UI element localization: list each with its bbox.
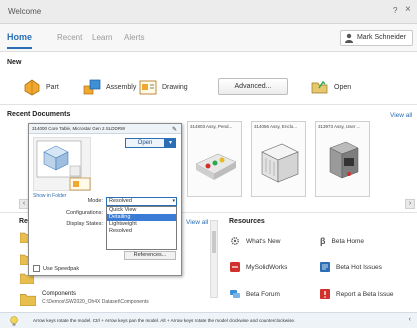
checkbox-box[interactable] — [33, 265, 40, 272]
recent-doc-title: 314056 Assy, Enclo... — [254, 124, 297, 129]
active-tab-indicator — [7, 47, 32, 49]
tab-home[interactable]: Home — [7, 32, 32, 42]
drawing-icon — [139, 80, 157, 95]
open-folder-icon — [311, 80, 328, 94]
user-name: Mark Schneider — [356, 34, 406, 41]
display-states-label: Display States: — [66, 221, 103, 227]
resource-beta-forum[interactable]: Beta Forum — [230, 289, 280, 299]
status-bar: Arrow keys rotate the model. Ctrl + Arro… — [0, 312, 417, 328]
folder-icon — [20, 294, 36, 306]
new-part-button[interactable]: Part — [22, 76, 59, 98]
open-button[interactable]: Open — [310, 76, 351, 98]
mode-select-value: Resolved — [109, 198, 132, 204]
new-section-title: New — [7, 59, 22, 66]
gear-icon — [231, 237, 239, 245]
scrollbar-thumb[interactable] — [212, 231, 216, 253]
resource-label: What's New — [246, 237, 281, 245]
recent-doc-thumb[interactable]: 314056 Assy, Enclo... — [251, 121, 306, 197]
drawing-sheet-icon — [36, 140, 91, 191]
enclosure-preview-icon — [261, 143, 299, 183]
close-button[interactable]: × — [405, 4, 411, 15]
hot-issues-icon — [320, 262, 330, 272]
use-speedpak-label: Use Speedpak — [43, 265, 80, 272]
open-label: Open — [334, 83, 352, 91]
pin-icon[interactable]: ✎ — [172, 125, 177, 135]
use-speedpak-checkbox[interactable]: Use Speedpak — [33, 265, 79, 272]
forum-icon — [230, 290, 240, 298]
assembly-label: Assembly — [106, 83, 137, 91]
beta-icon: β — [320, 236, 326, 246]
recent-documents-view-all[interactable]: View all — [390, 112, 412, 119]
resource-label: Beta Forum — [246, 290, 280, 298]
tab-learn[interactable]: Learn — [92, 33, 112, 42]
new-drawing-button[interactable]: Drawing — [138, 76, 188, 98]
recent-documents-title: Recent Documents — [7, 111, 71, 118]
status-hint-text: Arrow keys rotate the model. Ctrl + Arro… — [33, 318, 296, 323]
assembly-icon — [83, 79, 101, 95]
resource-report-beta-issue[interactable]: Report a Beta Issue — [320, 289, 393, 299]
nav-bar: Home Recent Learn Alerts Mark Schneider — [0, 24, 417, 52]
resource-whats-new[interactable]: What's New — [230, 236, 280, 246]
user-icon — [344, 33, 353, 43]
divider — [0, 104, 417, 105]
tab-alerts[interactable]: Alerts — [124, 33, 144, 42]
references-button[interactable]: References... — [124, 251, 176, 260]
recent-doc-title: 313973 Assy, User ... — [318, 124, 361, 129]
folder-name: Components — [42, 291, 77, 297]
popup-open-button[interactable]: Open — [125, 138, 165, 148]
resource-mysolidworks[interactable]: MySolidWorks — [230, 262, 287, 272]
new-assembly-button[interactable]: Assembly — [82, 76, 136, 98]
resource-label: Beta Hot Issues — [336, 263, 382, 271]
tab-recent[interactable]: Recent — [57, 33, 82, 42]
mode-dropdown-list: Quick View Detailing Lightweight Resolve… — [106, 206, 177, 250]
recent-doc-thumb[interactable]: 314803 Assy, Pend... — [187, 121, 242, 197]
advanced-button[interactable]: Advanced... — [218, 78, 288, 95]
popup-header: 314000 Core Table, Microstar Gen 2.SLDDR… — [29, 124, 181, 134]
window-titlebar: Welcome ? × — [0, 0, 417, 24]
status-collapse-arrow[interactable]: ‹ — [409, 316, 411, 323]
user-button[interactable]: Mark Schneider — [339, 30, 413, 46]
window-title: Welcome — [8, 7, 42, 16]
resources-title: Resources — [229, 218, 265, 225]
recent-doc-title: 314803 Assy, Pend... — [190, 124, 233, 129]
resource-label: Beta Home — [331, 237, 365, 245]
folders-scrollbar[interactable] — [210, 220, 218, 298]
report-issue-icon — [320, 289, 330, 299]
recent-folders-view-all[interactable]: View all — [186, 219, 208, 226]
mode-option[interactable]: Lightweight — [107, 221, 176, 228]
popup-file-name: 314000 Core Table, Microstar Gen 2.SLDDR… — [32, 126, 126, 131]
drawing-label: Drawing — [162, 83, 188, 91]
mode-select[interactable]: Resolved ▾ — [106, 197, 177, 206]
chevron-down-icon: ▾ — [172, 198, 175, 204]
mode-option[interactable]: Quick View — [107, 207, 176, 214]
help-button[interactable]: ? — [393, 6, 397, 15]
carousel-next-arrow[interactable]: › — [405, 199, 415, 209]
mysolidworks-icon — [230, 262, 240, 272]
recent-folders-title: Re — [19, 218, 28, 225]
folder-path: C:\Demos\SW2020_Oh4X Dataset\Components — [42, 299, 149, 305]
popup-open-dropdown-arrow[interactable]: ▾ — [165, 138, 176, 148]
resource-beta-hot-issues[interactable]: Beta Hot Issues — [320, 262, 382, 272]
user-assembly-preview-icon — [329, 141, 359, 179]
document-preview-popup: 314000 Core Table, Microstar Gen 2.SLDDR… — [28, 123, 182, 276]
lightbulb-icon — [10, 316, 18, 326]
resource-beta-home[interactable]: β Beta Home — [320, 236, 364, 246]
recent-doc-thumb[interactable]: 313973 Assy, User ... — [315, 121, 370, 197]
mode-label: Mode: — [87, 198, 103, 204]
pendant-preview-icon — [195, 153, 237, 180]
resource-label: Report a Beta Issue — [336, 290, 394, 298]
drawing-preview — [33, 137, 91, 191]
mode-option[interactable]: Detailing — [107, 214, 176, 221]
resource-label: MySolidWorks — [246, 263, 288, 271]
part-label: Part — [46, 83, 59, 91]
configurations-label: Configurations: — [66, 210, 103, 216]
part-icon — [24, 79, 40, 96]
mode-option[interactable]: Resolved — [107, 228, 176, 235]
